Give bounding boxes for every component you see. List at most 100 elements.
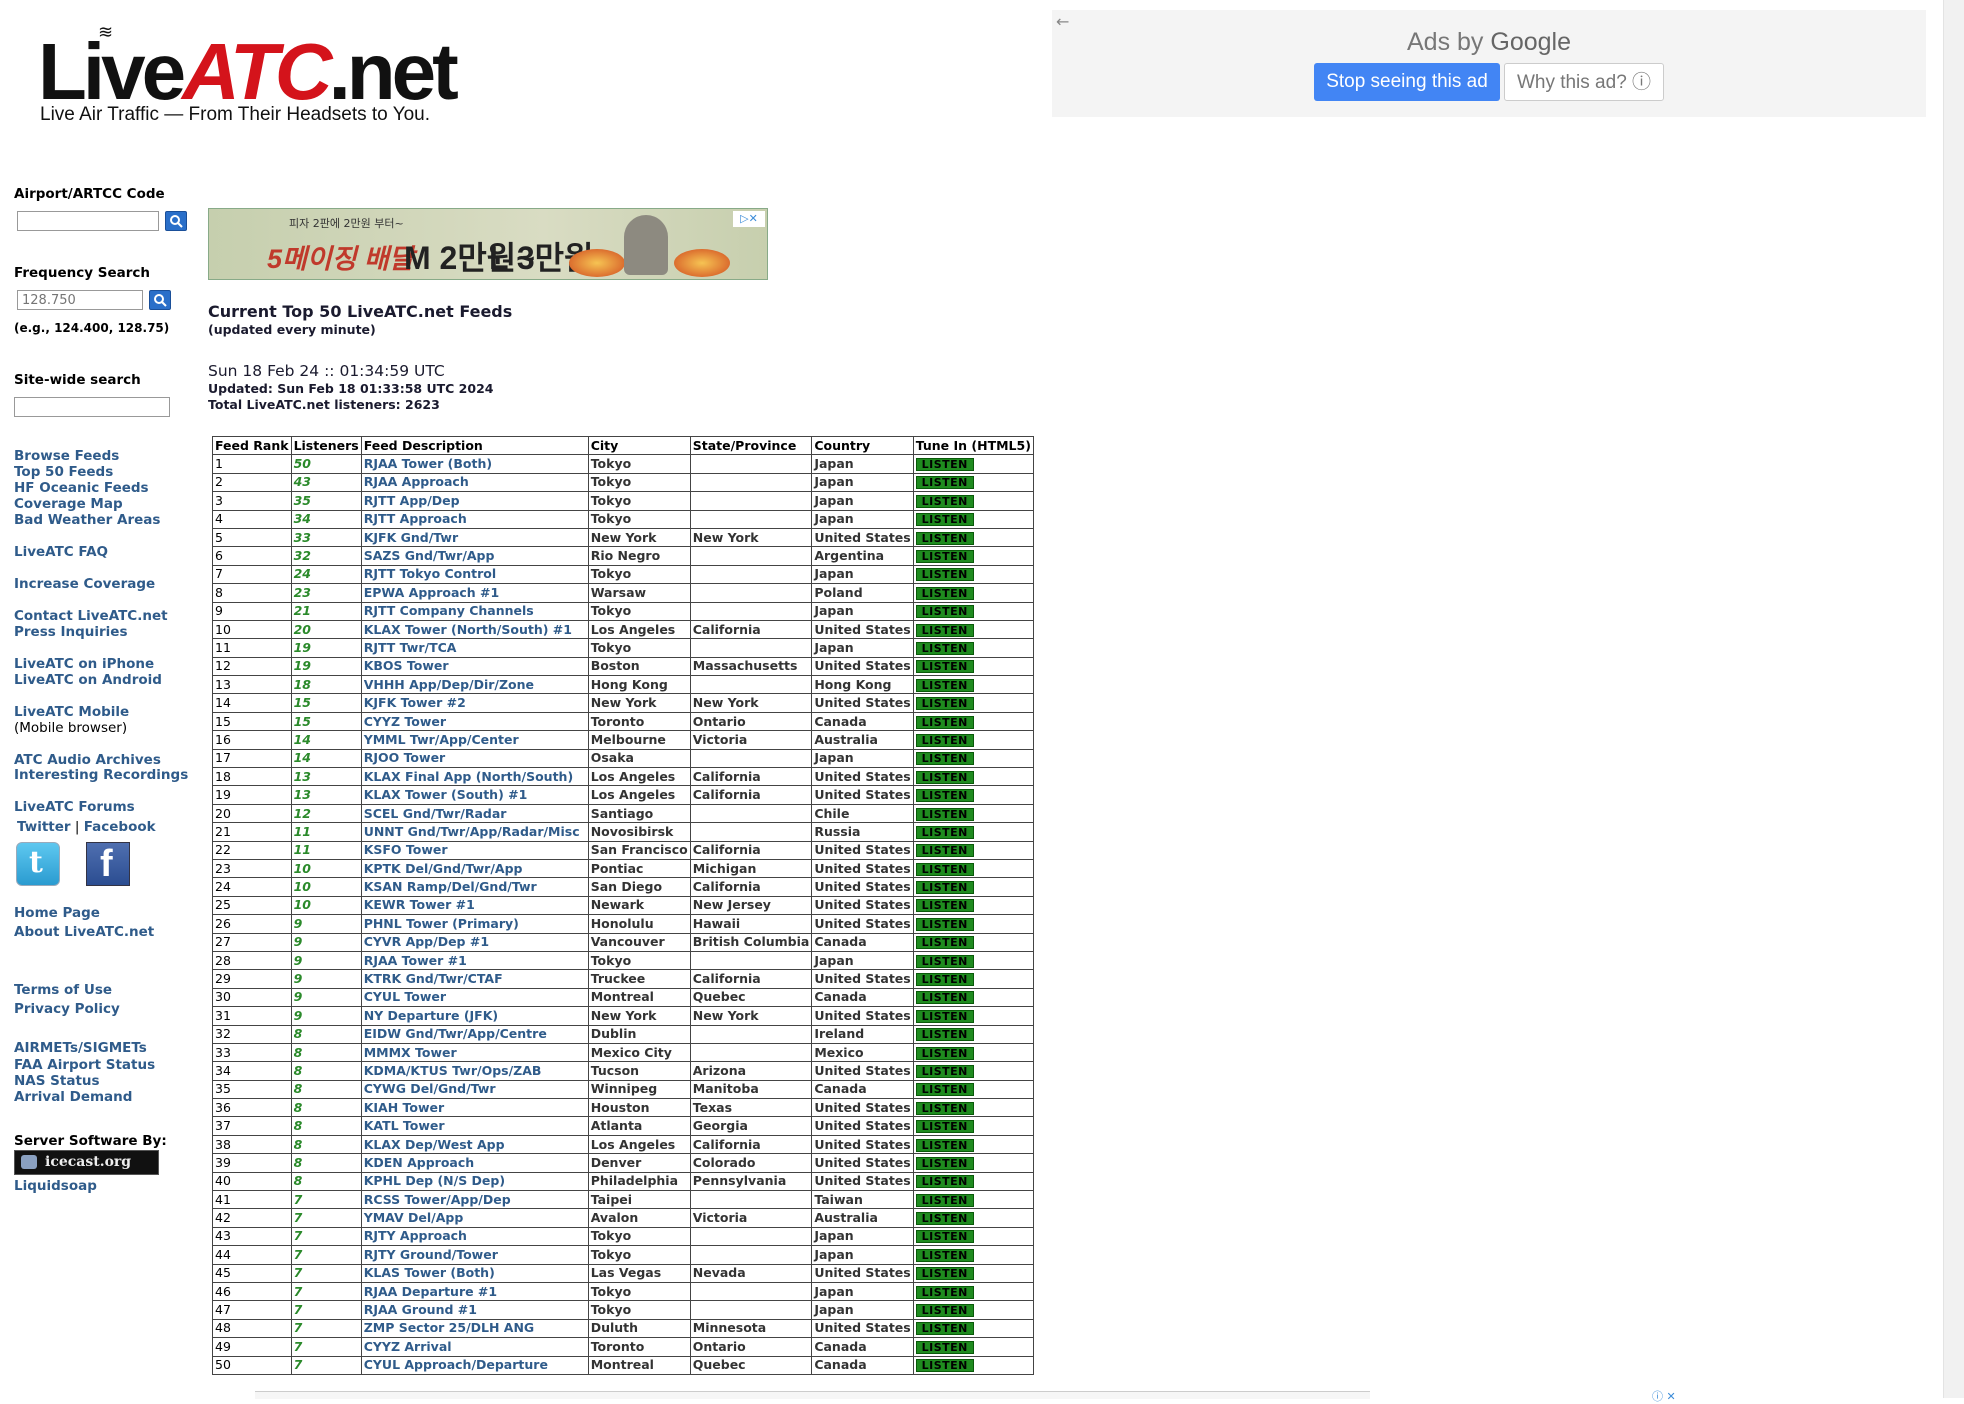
listen-button[interactable]: LISTEN bbox=[915, 752, 974, 766]
feed-description-link[interactable]: KLAX Tower (South) #1 bbox=[360, 785, 589, 805]
listen-button[interactable]: LISTEN bbox=[915, 1175, 974, 1189]
feed-description-link[interactable]: RJAA Ground #1 bbox=[360, 1300, 589, 1320]
home-page-link[interactable]: Home Page bbox=[14, 905, 100, 921]
listen-button[interactable]: LISTEN bbox=[915, 660, 974, 674]
feed-description-link[interactable]: KEWR Tower #1 bbox=[360, 895, 589, 916]
feed-description-link[interactable]: KIAH Tower bbox=[360, 1098, 589, 1118]
feed-description-link[interactable]: CYWG Del/Gnd/Twr bbox=[360, 1079, 589, 1100]
privacy-link[interactable]: Privacy Policy bbox=[14, 1001, 120, 1017]
stop-seeing-ad-button[interactable]: Stop seeing this ad bbox=[1314, 63, 1500, 101]
listen-button[interactable]: LISTEN bbox=[915, 1267, 974, 1281]
listen-button[interactable]: LISTEN bbox=[915, 917, 974, 931]
feed-description-link[interactable]: VHHH App/Dep/Dir/Zone bbox=[360, 675, 589, 695]
feed-description-link[interactable]: YMAV Del/App bbox=[360, 1208, 589, 1228]
ad-choices-icon[interactable]: ⓘ ✕ bbox=[1652, 1388, 1676, 1404]
listen-button[interactable]: LISTEN bbox=[915, 789, 974, 803]
listen-button[interactable]: LISTEN bbox=[915, 586, 974, 600]
press-link[interactable]: Press Inquiries bbox=[14, 624, 128, 640]
listen-button[interactable]: LISTEN bbox=[915, 1212, 974, 1226]
liquidsoap-link[interactable]: Liquidsoap bbox=[14, 1178, 97, 1194]
feed-description-link[interactable]: NY Departure (JFK) bbox=[360, 1006, 589, 1026]
feed-description-link[interactable]: RJAA Approach bbox=[360, 472, 589, 493]
faa-status-link[interactable]: FAA Airport Status bbox=[14, 1057, 155, 1073]
coverage-map-link[interactable]: Coverage Map bbox=[14, 496, 123, 512]
listen-button[interactable]: LISTEN bbox=[915, 1120, 974, 1134]
listen-button[interactable]: LISTEN bbox=[915, 513, 974, 527]
nas-status-link[interactable]: NAS Status bbox=[14, 1073, 100, 1089]
listen-button[interactable]: LISTEN bbox=[915, 494, 974, 508]
feed-description-link[interactable]: MMMX Tower bbox=[360, 1042, 589, 1063]
feed-description-link[interactable]: RJTT Tokyo Control bbox=[360, 564, 589, 585]
vertical-scrollbar[interactable] bbox=[1943, 0, 1964, 1398]
feed-description-link[interactable]: KLAX Dep/West App bbox=[360, 1134, 589, 1155]
feed-description-link[interactable]: EPWA Approach #1 bbox=[360, 583, 589, 603]
why-this-ad-button[interactable]: Why this ad? ⓘ bbox=[1504, 63, 1664, 101]
listen-button[interactable]: LISTEN bbox=[915, 1322, 974, 1336]
listen-button[interactable]: LISTEN bbox=[915, 1304, 974, 1318]
airport-code-input[interactable] bbox=[17, 211, 159, 231]
facebook-link[interactable]: Facebook bbox=[84, 819, 156, 835]
feed-description-link[interactable]: UNNT Gnd/Twr/App/Radar/Misc bbox=[360, 822, 589, 842]
listen-button[interactable]: LISTEN bbox=[915, 733, 974, 747]
listen-button[interactable]: LISTEN bbox=[915, 476, 974, 490]
listen-button[interactable]: LISTEN bbox=[915, 1046, 974, 1060]
icecast-badge[interactable]: icecast.org bbox=[14, 1150, 159, 1175]
contact-link[interactable]: Contact LiveATC.net bbox=[14, 608, 168, 624]
listen-button[interactable]: LISTEN bbox=[915, 807, 974, 821]
site-logo[interactable]: ≋ LiveATC.net Live Air Traffic — From Th… bbox=[38, 22, 478, 128]
listen-button[interactable]: LISTEN bbox=[915, 550, 974, 564]
feed-description-link[interactable]: RJAA Tower #1 bbox=[360, 950, 589, 971]
frequency-search-button[interactable] bbox=[149, 290, 171, 310]
listen-button[interactable]: LISTEN bbox=[915, 973, 974, 987]
bad-weather-link[interactable]: Bad Weather Areas bbox=[14, 512, 160, 528]
airport-search-button[interactable] bbox=[165, 211, 187, 231]
feed-description-link[interactable]: KATL Tower bbox=[360, 1116, 589, 1136]
feed-description-link[interactable]: RJTT Approach bbox=[360, 509, 589, 529]
listen-button[interactable]: LISTEN bbox=[915, 1285, 974, 1299]
listen-button[interactable]: LISTEN bbox=[915, 1009, 974, 1023]
listen-button[interactable]: LISTEN bbox=[915, 605, 974, 619]
airmets-link[interactable]: AIRMETs/SIGMETs bbox=[14, 1040, 147, 1056]
feed-description-link[interactable]: CYVR App/Dep #1 bbox=[360, 932, 589, 952]
feed-description-link[interactable]: SCEL Gnd/Twr/Radar bbox=[360, 803, 589, 824]
listen-button[interactable]: LISTEN bbox=[915, 1028, 974, 1042]
feed-description-link[interactable]: KTRK Gnd/Twr/CTAF bbox=[360, 969, 589, 989]
listen-button[interactable]: LISTEN bbox=[915, 715, 974, 729]
facebook-icon[interactable]: f bbox=[86, 842, 130, 886]
listen-button[interactable]: LISTEN bbox=[915, 899, 974, 913]
increase-coverage-link[interactable]: Increase Coverage bbox=[14, 576, 155, 592]
banner-ad[interactable]: 피자 2판에 2만원 부터~ 5메이징 배달 M 2만원~ L 3만원~ ▷✕ bbox=[208, 208, 768, 280]
listen-button[interactable]: LISTEN bbox=[915, 844, 974, 858]
forums-link[interactable]: LiveATC Forums bbox=[14, 799, 135, 815]
listen-button[interactable]: LISTEN bbox=[915, 1359, 974, 1373]
listen-button[interactable]: LISTEN bbox=[915, 458, 974, 472]
feed-description-link[interactable]: EIDW Gnd/Twr/App/Centre bbox=[360, 1024, 589, 1044]
feed-description-link[interactable]: KDMA/KTUS Twr/Ops/ZAB bbox=[360, 1061, 589, 1081]
feed-description-link[interactable]: RJTT App/Dep bbox=[360, 491, 589, 511]
feed-description-link[interactable]: SAZS Gnd/Twr/App bbox=[360, 546, 589, 566]
about-link[interactable]: About LiveATC.net bbox=[14, 924, 154, 940]
feed-description-link[interactable]: KLAX Tower (North/South) #1 bbox=[360, 619, 589, 640]
listen-button[interactable]: LISTEN bbox=[915, 1064, 974, 1078]
listen-button[interactable]: LISTEN bbox=[915, 531, 974, 545]
feed-description-link[interactable]: KDEN Approach bbox=[360, 1153, 589, 1173]
feed-description-link[interactable]: RJTY Ground/Tower bbox=[360, 1245, 589, 1265]
iphone-link[interactable]: LiveATC on iPhone bbox=[14, 656, 154, 672]
feed-description-link[interactable]: KSFO Tower bbox=[360, 840, 589, 860]
feed-description-link[interactable]: YMML Twr/App/Center bbox=[360, 730, 589, 750]
ad-choices-icon[interactable]: ▷✕ bbox=[733, 211, 765, 227]
feed-description-link[interactable]: KSAN Ramp/Del/Gnd/Twr bbox=[360, 877, 589, 897]
listen-button[interactable]: LISTEN bbox=[915, 954, 974, 968]
listen-button[interactable]: LISTEN bbox=[915, 936, 974, 950]
terms-link[interactable]: Terms of Use bbox=[14, 982, 112, 998]
listen-button[interactable]: LISTEN bbox=[915, 568, 974, 582]
feed-description-link[interactable]: ZMP Sector 25/DLH ANG bbox=[360, 1318, 589, 1339]
listen-button[interactable]: LISTEN bbox=[915, 623, 974, 637]
listen-button[interactable]: LISTEN bbox=[915, 825, 974, 839]
listen-button[interactable]: LISTEN bbox=[915, 1340, 974, 1354]
interesting-recordings-link[interactable]: Interesting Recordings bbox=[14, 767, 188, 783]
mobile-link[interactable]: LiveATC Mobile bbox=[14, 704, 129, 720]
feed-description-link[interactable]: RJOO Tower bbox=[360, 748, 589, 769]
listen-button[interactable]: LISTEN bbox=[915, 1083, 974, 1097]
frequency-input[interactable] bbox=[17, 290, 143, 310]
